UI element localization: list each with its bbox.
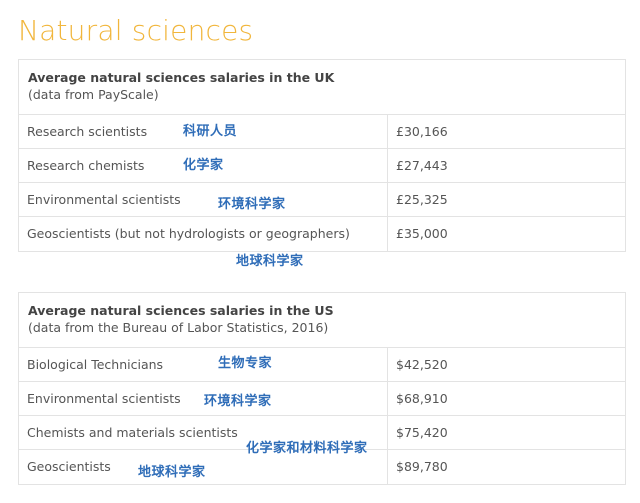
salary-value: £27,443 [396,158,448,173]
job-title: Chemists and materials scientists [27,425,238,440]
salary-value: £25,325 [396,192,448,207]
annotation-environmental-scientists-uk: 环境科学家 [218,197,286,212]
column-divider [387,149,388,182]
column-divider [387,450,388,484]
uk-table-header: Average natural sciences salaries in the… [19,60,625,115]
us-salary-table: Average natural sciences salaries in the… [18,292,626,485]
annotation-environmental-scientists-us: 环境科学家 [204,394,272,409]
column-divider [387,382,388,415]
table-row: Geoscientists (but not hydrologists or g… [19,217,625,251]
column-divider [387,183,388,216]
job-title: Biological Technicians [27,357,164,372]
table-row: Research chemists £27,443 [19,149,625,183]
job-title: Geoscientists (but not hydrologists or g… [27,226,350,241]
annotation-biological-technicians: 生物专家 [218,356,273,371]
section-title: Natural sciences [18,14,254,47]
job-title: Environmental scientists [27,192,181,207]
annotation-research-chemists: 化学家 [183,158,224,173]
salary-value: £35,000 [396,226,448,241]
salary-value: $68,910 [396,391,448,406]
salary-value: $42,520 [396,357,448,372]
annotation-geoscientists-uk: 地球科学家 [236,254,304,269]
uk-table-title: Average natural sciences salaries in the… [28,70,335,85]
job-title: Research scientists [27,124,148,139]
column-divider [387,115,388,148]
table-row: Biological Technicians $42,520 [19,348,625,382]
table-row: Research scientists £30,166 [19,115,625,149]
annotation-chemists-materials: 化学家和材料科学家 [246,441,368,456]
job-title: Research chemists [27,158,145,173]
uk-salary-table: Average natural sciences salaries in the… [18,59,626,252]
us-table-source: (data from the Bureau of Labor Statistic… [28,320,329,335]
job-title: Geoscientists [27,459,111,474]
salary-value: £30,166 [396,124,448,139]
job-title: Environmental scientists [27,391,181,406]
annotation-geoscientists-us: 地球科学家 [138,465,206,480]
table-row: Environmental scientists £25,325 [19,183,625,217]
us-table-header: Average natural sciences salaries in the… [19,293,625,348]
salary-value: $75,420 [396,425,448,440]
salary-value: $89,780 [396,459,448,474]
annotation-research-scientists: 科研人员 [183,124,238,139]
us-table-title: Average natural sciences salaries in the… [28,303,334,318]
column-divider [387,217,388,251]
uk-table-source: (data from PayScale) [28,87,159,102]
table-row: Environmental scientists $68,910 [19,382,625,416]
column-divider [387,416,388,449]
column-divider [387,348,388,381]
